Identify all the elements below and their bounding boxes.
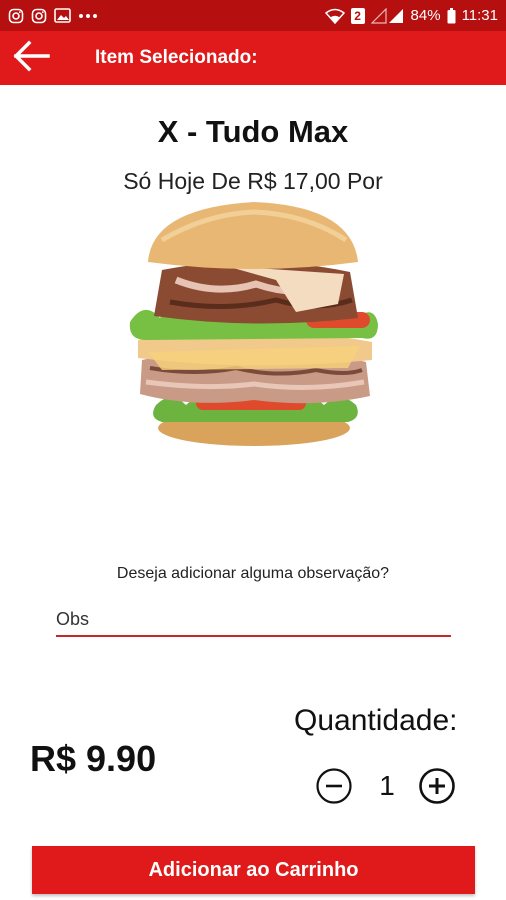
minus-circle-icon	[315, 768, 353, 809]
burger-image	[126, 200, 382, 450]
battery-icon	[447, 7, 456, 24]
instagram-icon	[8, 8, 24, 24]
price: R$ 9.90	[30, 738, 157, 779]
sim-icon: 2	[350, 7, 365, 24]
promo-text: Só Hoje De R$ 17,00 Por	[123, 168, 383, 194]
app-bar-title: Item Selecionado:	[95, 47, 258, 68]
clock: 11:31	[461, 7, 498, 24]
increase-quantity-button[interactable]	[418, 767, 456, 805]
observation-input[interactable]	[56, 603, 451, 637]
observation-question: Deseja adicionar alguma observação?	[116, 565, 390, 582]
product-name: X - Tudo Max	[157, 114, 349, 149]
plus-circle-icon	[418, 768, 456, 809]
quantity-value: 1	[379, 770, 395, 801]
signal-icon	[370, 7, 405, 24]
quantity-label: Quantidade:	[294, 704, 458, 737]
instagram-icon	[31, 8, 47, 24]
arrow-left-icon	[12, 40, 50, 77]
decrease-quantity-button[interactable]	[315, 767, 353, 805]
status-system-icons: 2 84% 11:31	[324, 7, 498, 24]
status-bar: 2 84% 11:31	[0, 0, 506, 31]
app-bar: Item Selecionado:	[0, 31, 506, 85]
wifi-icon	[324, 8, 345, 24]
more-dots-icon	[78, 13, 98, 19]
back-button[interactable]	[0, 31, 62, 85]
sim-badge: 2	[354, 8, 361, 23]
battery-percent: 84%	[410, 7, 441, 24]
add-to-cart-button[interactable]: Adicionar ao Carrinho	[32, 846, 475, 894]
image-icon	[54, 8, 71, 23]
status-notification-icons	[8, 8, 98, 24]
